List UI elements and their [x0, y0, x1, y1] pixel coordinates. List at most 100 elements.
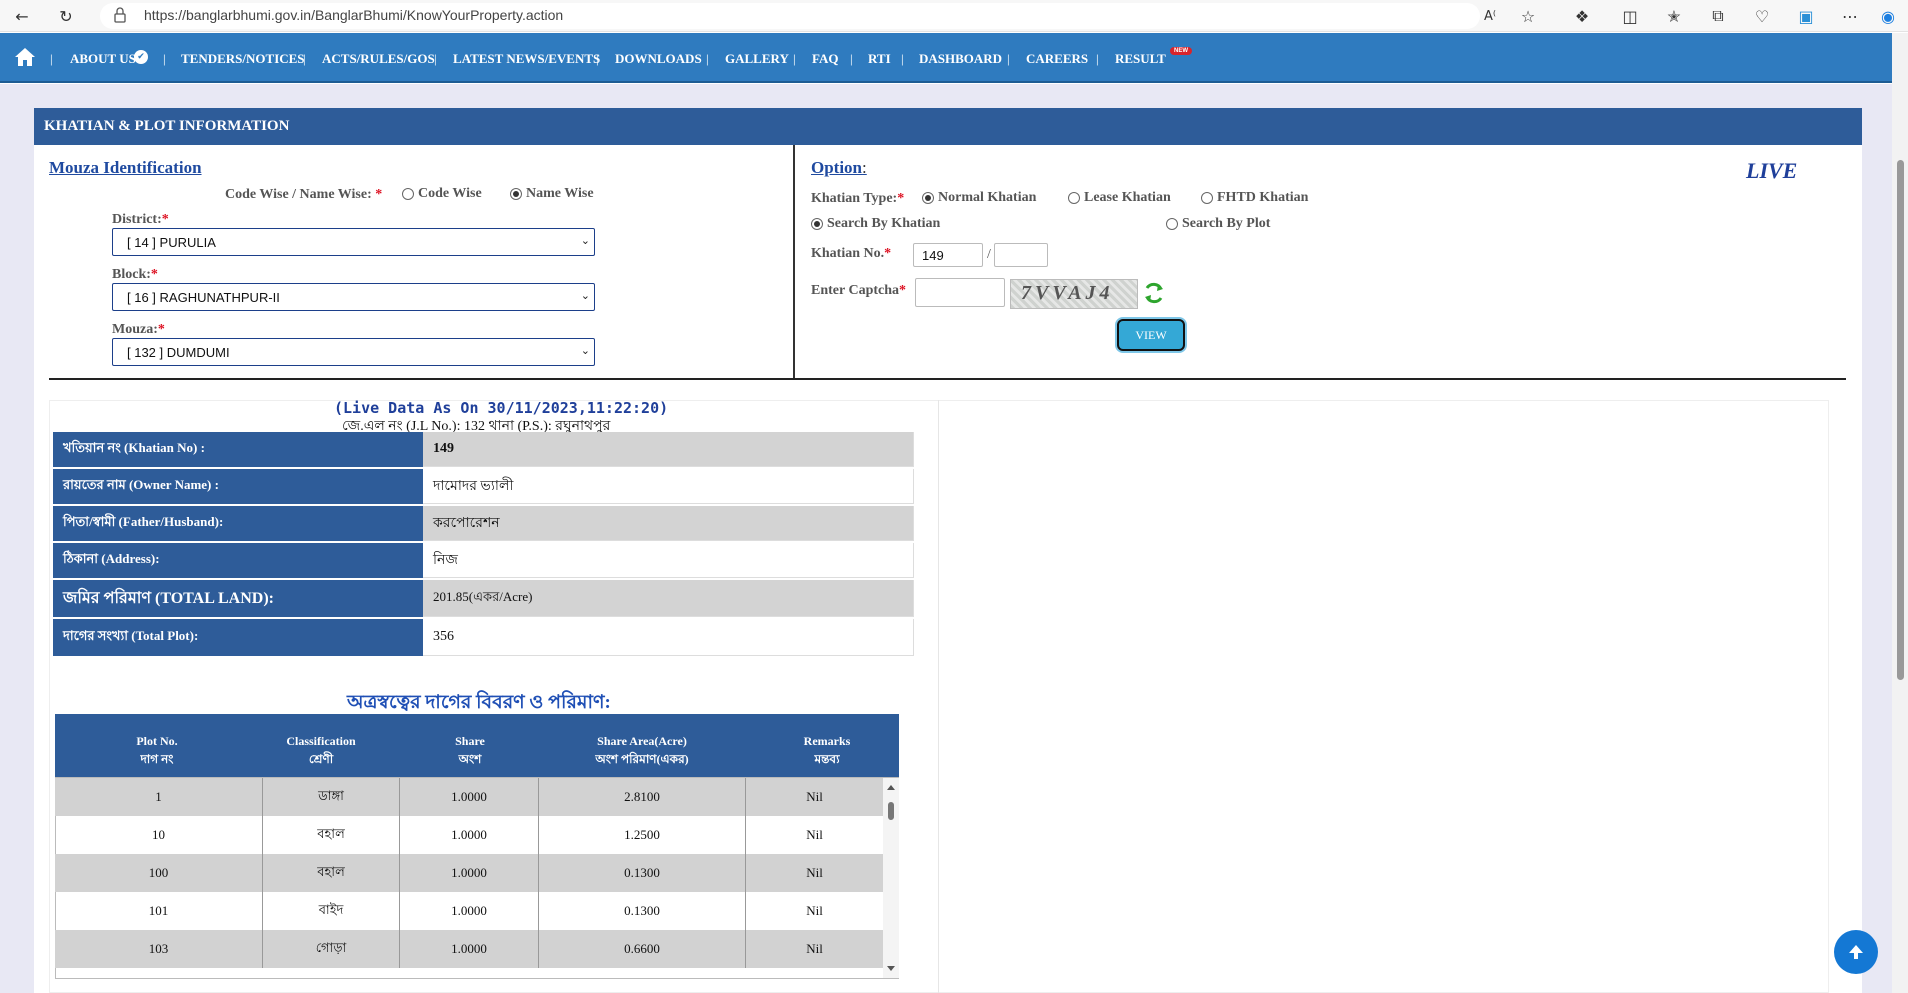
cell-share: 1.0000 [400, 816, 539, 854]
nav-downloads[interactable]: DOWNLOADS [615, 51, 702, 67]
info-value: 149 [423, 432, 914, 467]
info-key: ঠিকানা (Address): [53, 543, 423, 578]
favorites-icon[interactable]: ✭ [1662, 4, 1686, 28]
nav-separator: | [163, 51, 166, 66]
normal-khatian-radio[interactable]: Normal Khatian [922, 190, 1036, 206]
page-scrollbar-thumb[interactable] [1897, 160, 1904, 680]
cell-share: 1.0000 [400, 854, 539, 892]
arrow-up-icon [1849, 945, 1863, 959]
radio-selected-icon[interactable] [811, 217, 823, 230]
info-value: 201.85(একর/Acre) [423, 580, 914, 617]
home-icon[interactable] [14, 47, 36, 67]
info-value: 356 [423, 619, 914, 656]
result-divider [938, 400, 939, 993]
khatian-slash: / [987, 247, 991, 262]
refresh-icon[interactable]: ↻ [54, 4, 78, 28]
extensions-icon[interactable]: ❖ [1570, 4, 1594, 28]
captcha-input[interactable] [915, 278, 1005, 307]
cell-area: 0.6600 [539, 930, 746, 968]
nav-tenders[interactable]: TENDERS/NOTICES [181, 51, 305, 67]
cell-plot: 101 [55, 892, 263, 930]
radio-icon[interactable] [1166, 217, 1178, 230]
nav-dashboard[interactable]: DASHBOARD [919, 51, 1002, 67]
copilot-icon[interactable]: ◉ [1876, 4, 1900, 28]
fhtd-khatian-radio[interactable]: FHTD Khatian [1201, 190, 1308, 206]
nav-separator: | [901, 51, 904, 66]
nav-result[interactable]: RESULT [1115, 51, 1166, 67]
more-options-icon[interactable]: ⋯ [1838, 4, 1862, 28]
cell-share: 1.0000 [400, 892, 539, 930]
district-select[interactable]: [ 14 ] PURULIA ⌄ [112, 228, 595, 256]
collections-icon[interactable]: ⧉ [1706, 4, 1730, 28]
mode-label: Code Wise / Name Wise: * [225, 187, 383, 202]
nav-rti[interactable]: RTI [868, 51, 891, 67]
cell-area: 2.8100 [539, 778, 746, 816]
radio-selected-icon[interactable] [922, 191, 934, 204]
read-aloud-icon[interactable]: A⁽ [1478, 4, 1502, 28]
nav-separator: | [596, 51, 599, 66]
mouza-identification-title: Mouza Identification [49, 158, 202, 177]
edge-app-icon[interactable]: ▣ [1794, 4, 1818, 28]
cell-remarks: Nil [806, 789, 823, 804]
radio-icon[interactable] [1068, 191, 1080, 204]
nav-careers[interactable]: CAREERS [1026, 51, 1088, 67]
lease-khatian-radio[interactable]: Lease Khatian [1068, 190, 1171, 206]
performance-icon[interactable]: ♡ [1750, 4, 1774, 28]
search-by-plot-radio[interactable]: Search By Plot [1166, 216, 1270, 232]
cell-plot: 10 [55, 816, 263, 854]
khatian-sub-input[interactable] [994, 243, 1048, 267]
info-value: দামোদর ভ্যালী [423, 469, 914, 504]
info-row-owner: রায়তের নাম (Owner Name) : দামোদর ভ্যালী [53, 469, 914, 505]
header-share-area: Share Area(Acre) অংশ পরিমাণ(একর) [595, 734, 689, 766]
nav-separator: | [706, 51, 709, 66]
block-select[interactable]: [ 16 ] RAGHUNATHPUR-II ⌄ [112, 283, 595, 311]
mouza-select[interactable]: [ 132 ] DUMDUMI ⌄ [112, 338, 595, 366]
nav-separator: | [50, 51, 53, 66]
favorite-star-icon[interactable]: ☆ [1516, 4, 1540, 28]
info-row-total-land: জমির পরিমাণ (TOTAL LAND): 201.85(একর/Acr… [53, 580, 914, 618]
cell-class: বহাল [263, 816, 400, 854]
table-row: 103 গোড়া 1.0000 0.6600 Nil [55, 930, 883, 968]
nav-acts[interactable]: ACTS/RULES/GOS [322, 51, 435, 67]
name-wise-radio[interactable]: Name Wise [510, 186, 594, 202]
split-screen-icon[interactable]: ◫ [1618, 4, 1642, 28]
cell-area: 0.1300 [539, 854, 746, 892]
info-key: দাগের সংখ্যা (Total Plot): [53, 619, 423, 656]
nav-separator: | [434, 51, 437, 66]
nav-separator: | [303, 51, 306, 66]
header-remarks: Remarks মন্তব্য [803, 734, 851, 766]
radio-selected-icon[interactable] [510, 187, 522, 200]
cell-area: 1.2500 [539, 816, 746, 854]
cell-class: গোড়া [263, 930, 400, 968]
chevron-down-icon[interactable]: ✔ [134, 50, 148, 64]
nav-about-us[interactable]: ABOUT US [70, 51, 136, 67]
code-wise-radio[interactable]: Code Wise [402, 186, 482, 202]
mouza-label: Mouza:* [112, 322, 165, 337]
nav-news[interactable]: LATEST NEWS/EVENTS [453, 51, 600, 67]
table-scrollbar[interactable] [883, 778, 899, 978]
header-share: Share অংশ [455, 734, 485, 766]
view-button[interactable]: VIEW [1117, 319, 1185, 351]
refresh-captcha-icon[interactable] [1142, 280, 1166, 306]
khatian-no-input[interactable]: 149 [913, 243, 983, 267]
cell-remarks: Nil [806, 827, 823, 842]
cell-class: বহাল [263, 854, 400, 892]
radio-icon[interactable] [1201, 191, 1213, 204]
table-row: 10 বহাল 1.0000 1.2500 Nil [55, 816, 883, 854]
nav-gallery[interactable]: GALLERY [725, 51, 789, 67]
cell-class: বাইদ [263, 892, 400, 930]
cell-plot: 1 [55, 778, 263, 816]
table-row: 1 ডাঙ্গা 1.0000 2.8100 Nil [55, 778, 883, 816]
scroll-to-top-button[interactable] [1834, 930, 1878, 974]
header-plot-no: Plot No. দাগ নং [136, 734, 178, 766]
search-by-khatian-radio[interactable]: Search By Khatian [811, 216, 940, 232]
back-icon[interactable]: ← [10, 4, 34, 28]
nav-faq[interactable]: FAQ [812, 51, 838, 67]
plot-table-header: Plot No. দাগ নং Classification শ্রেণী Shar… [55, 714, 899, 777]
info-key: খতিয়ান নং (Khatian No) : [53, 432, 423, 467]
info-row-khatian: খতিয়ান নং (Khatian No) : 149 [53, 432, 914, 468]
cell-share: 1.0000 [400, 930, 539, 968]
live-label: LIVE [1746, 158, 1798, 183]
cell-plot: 100 [55, 854, 263, 892]
radio-icon[interactable] [402, 187, 414, 200]
